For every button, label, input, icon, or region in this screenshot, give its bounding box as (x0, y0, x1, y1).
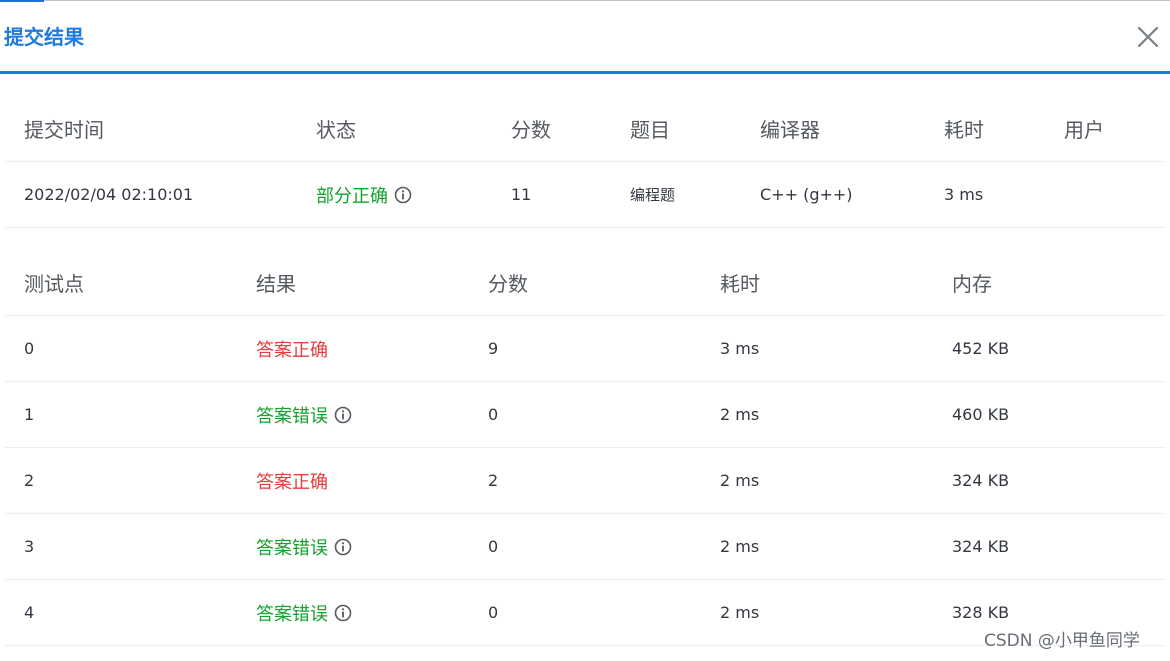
table-row: 1 答案错误 0 2 ms 460 KB (4, 382, 1165, 448)
dialog-header: 提交结果 (0, 1, 1170, 71)
submission-header-row: 提交时间 状态 分数 题目 编译器 耗时 用户 (4, 96, 1165, 162)
testcase-score: 0 (488, 405, 499, 424)
submission-row: 2022/02/04 02:10:01 部分正确 11 编程题 C++ (g++… (4, 162, 1165, 228)
info-circle-icon[interactable] (334, 538, 352, 556)
table-row: 2 答案正确 2 2 ms 324 KB (4, 448, 1165, 514)
col-header-submit-time: 提交时间 (24, 118, 104, 142)
close-icon (1137, 26, 1159, 48)
testcase-time: 2 ms (720, 405, 760, 424)
col-header-compiler: 编译器 (760, 118, 820, 142)
submission-compiler: C++ (g++) (760, 185, 853, 204)
testcase-score: 9 (488, 339, 499, 358)
testcase-memory: 324 KB (952, 471, 1010, 490)
testcase-id: 2 (24, 471, 35, 490)
testcase-result[interactable]: 答案错误 (256, 514, 352, 579)
testcase-time: 3 ms (720, 339, 760, 358)
testcase-score: 0 (488, 537, 499, 556)
col-header-score: 分数 (511, 118, 551, 142)
submission-status[interactable]: 部分正确 (316, 162, 412, 227)
testcase-score: 0 (488, 603, 499, 622)
table-row: 3 答案错误 0 2 ms 324 KB (4, 514, 1165, 580)
close-button[interactable] (1134, 23, 1162, 51)
col-header-memory: 内存 (952, 272, 992, 296)
submission-time: 2022/02/04 02:10:01 (24, 185, 194, 204)
testcase-memory: 324 KB (952, 537, 1010, 556)
result-label: 答案错误 (256, 603, 328, 625)
status-label: 部分正确 (316, 185, 388, 207)
testcase-result: 答案正确 (256, 448, 328, 513)
testcase-id: 1 (24, 405, 35, 424)
col-header-user: 用户 (1064, 118, 1104, 142)
testcase-result[interactable]: 答案错误 (256, 382, 352, 447)
testcase-result: 答案正确 (256, 316, 328, 381)
testcase-id: 4 (24, 603, 35, 622)
col-header-testcase: 测试点 (24, 272, 84, 296)
result-label: 答案错误 (256, 405, 328, 427)
testcase-time: 2 ms (720, 471, 760, 490)
testcase-time: 2 ms (720, 603, 760, 622)
info-circle-icon[interactable] (394, 186, 412, 204)
testcase-score: 2 (488, 471, 499, 490)
testcase-memory: 452 KB (952, 339, 1010, 358)
col-header-result: 结果 (256, 272, 296, 296)
info-circle-icon[interactable] (334, 604, 352, 622)
col-header-status: 状态 (316, 118, 356, 142)
info-circle-icon[interactable] (334, 406, 352, 424)
result-label: 答案错误 (256, 537, 328, 559)
header-underline (0, 71, 1170, 74)
col-header-problem: 题目 (630, 118, 670, 142)
col-header-tc-score: 分数 (488, 272, 528, 296)
result-label: 答案正确 (256, 339, 328, 361)
result-label: 答案正确 (256, 471, 328, 493)
submission-score: 11 (511, 185, 532, 204)
testcase-id: 0 (24, 339, 35, 358)
submission-problem[interactable]: 编程题 (630, 162, 675, 227)
testcase-time: 2 ms (720, 537, 760, 556)
col-header-time: 耗时 (944, 118, 984, 142)
testcase-memory: 460 KB (952, 405, 1010, 424)
table-row: 0 答案正确 9 3 ms 452 KB (4, 316, 1165, 382)
dialog-title: 提交结果 (4, 25, 84, 49)
testcase-id: 3 (24, 537, 35, 556)
submission-result-dialog: 提交结果 提交时间 状态 分数 题目 编译器 耗时 用户 2022/02/04 … (0, 0, 1170, 661)
col-header-tc-time: 耗时 (720, 272, 760, 296)
testcase-header-row: 测试点 结果 分数 耗时 内存 (4, 250, 1165, 316)
testcase-result[interactable]: 答案错误 (256, 580, 352, 645)
csdn-watermark: CSDN @小甲鱼同学 (984, 631, 1140, 651)
submission-elapsed: 3 ms (944, 185, 984, 204)
